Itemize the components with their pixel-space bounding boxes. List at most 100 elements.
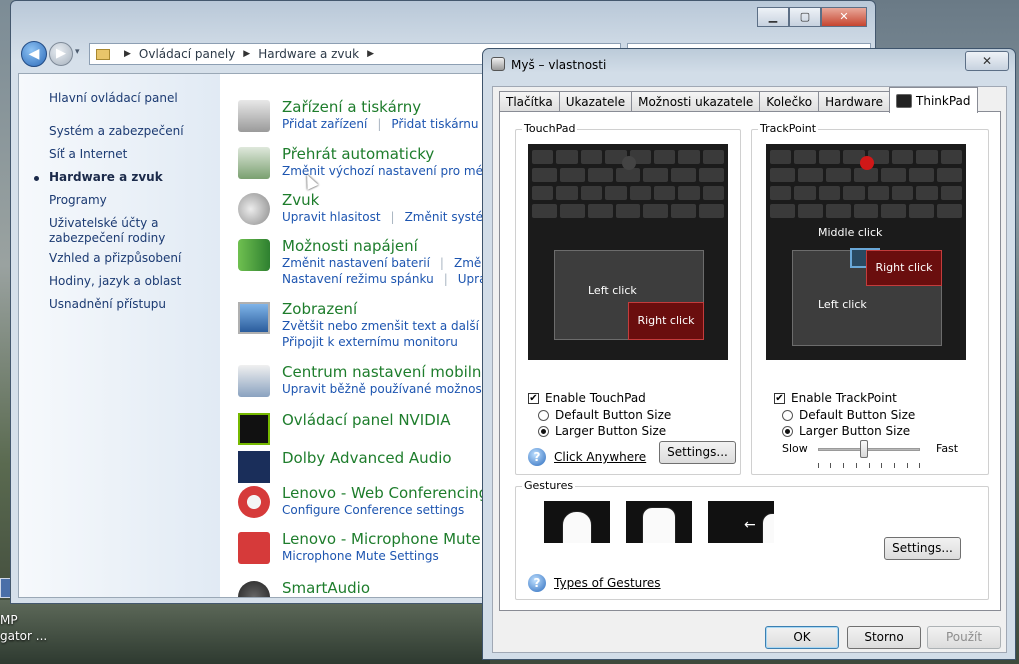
enable-touchpad-checkbox[interactable]: ✔ <box>528 392 539 404</box>
link-sleep-settings[interactable]: Nastavení režimu spánku <box>282 272 434 286</box>
gestures-settings-button[interactable]: Settings... <box>884 537 961 560</box>
help-icon: ? <box>528 448 546 466</box>
forward-arrow-icon[interactable]: ▶ <box>49 42 73 66</box>
microphone-mute-icon[interactable] <box>238 532 270 564</box>
desktop-label-line1: MP <box>0 613 18 627</box>
tab-pointers[interactable]: Ukazatele <box>558 91 633 113</box>
link-conference-settings[interactable]: Configure Conference settings <box>282 503 464 517</box>
sidebar-item-clock-language[interactable]: Hodiny, jazyk a oblast <box>49 274 215 289</box>
desktop-label-line2: gator ... <box>0 629 48 643</box>
breadcrumb-separator-icon[interactable]: ▶ <box>124 49 131 59</box>
close-button[interactable]: ✕ <box>821 7 867 27</box>
tab-hardware[interactable]: Hardware <box>818 91 891 113</box>
touchpad-settings-button[interactable]: Settings... <box>659 441 736 464</box>
category-title[interactable]: Zařízení a tiskárny <box>282 98 421 116</box>
gestures-group-label: Gestures <box>522 479 576 492</box>
link-system-sounds[interactable]: Změnit systémové <box>405 210 487 224</box>
sidebar-item-programs[interactable]: Programy <box>49 193 215 208</box>
minimize-button[interactable]: ▁ <box>757 7 789 27</box>
category-title[interactable]: Možnosti napájení <box>282 237 418 255</box>
back-arrow-icon[interactable]: ◀ <box>21 41 47 67</box>
autoplay-icon[interactable] <box>238 147 270 179</box>
link-add-printer[interactable]: Přidat tiskárnu <box>391 117 478 131</box>
sidebar-item-network[interactable]: Síť a Internet <box>49 147 215 162</box>
monitor-icon[interactable] <box>238 302 270 334</box>
trackpoint-default-size-row[interactable]: Default Button Size <box>782 408 915 422</box>
trackpoint-left-click-label: Left click <box>818 298 867 311</box>
apply-button[interactable]: Použít <box>927 626 1001 649</box>
enable-touchpad-row[interactable]: ✔ Enable TouchPad <box>528 391 646 405</box>
touchpad-default-size-row[interactable]: Default Button Size <box>538 408 671 422</box>
printer-icon[interactable] <box>238 100 270 132</box>
breadcrumb-separator-icon[interactable]: ▶ <box>243 49 250 59</box>
tab-buttons[interactable]: Tlačítka <box>499 91 560 113</box>
three-finger-gesture-icon <box>626 501 692 543</box>
breadcrumb-separator-icon[interactable]: ▶ <box>367 49 374 59</box>
touchpad-larger-size-radio[interactable] <box>538 425 549 437</box>
breadcrumb-item-hardware[interactable]: Hardware a zvuk <box>258 47 359 61</box>
category-links: Zvětšit nebo zmenšit text a další polož <box>282 319 487 333</box>
nvidia-icon[interactable] <box>238 413 270 445</box>
category-title[interactable]: Ovládací panel NVIDIA <box>282 411 450 429</box>
touchpad-group-label: TouchPad <box>522 122 578 135</box>
maximize-button[interactable]: ▢ <box>789 7 821 27</box>
category-title[interactable]: Centrum nastavení mobilních <box>282 363 487 381</box>
link-mute-settings[interactable]: Microphone Mute Settings <box>282 549 439 563</box>
trackpoint-larger-size-row[interactable]: Larger Button Size <box>782 424 910 438</box>
battery-icon[interactable] <box>238 239 270 271</box>
speed-slider-track[interactable] <box>818 448 920 451</box>
ok-button[interactable]: OK <box>765 626 839 649</box>
mouse-properties-dialog: Myš – vlastnosti ✕ Tlačítka Ukazatele Mo… <box>482 48 1016 660</box>
speed-slider-thumb[interactable] <box>859 440 868 458</box>
category-title[interactable]: SmartAudio <box>282 579 370 597</box>
link-add-device[interactable]: Přidat zařízení <box>282 117 367 131</box>
touchpad-default-size-radio[interactable] <box>538 409 549 421</box>
link-external-monitor[interactable]: Připojit k externímu monitoru <box>282 335 458 349</box>
link-adjust-volume[interactable]: Upravit hlasitost <box>282 210 381 224</box>
category-title[interactable]: Přehrát automaticky <box>282 145 434 163</box>
trackpoint-larger-size-radio[interactable] <box>782 425 793 437</box>
enable-trackpoint-checkbox[interactable]: ✔ <box>774 392 785 404</box>
mobility-center-icon[interactable] <box>238 365 270 397</box>
sidebar-item-ease-of-access[interactable]: Usnadnění přístupu <box>49 297 215 312</box>
dolby-icon[interactable] <box>238 451 270 483</box>
types-of-gestures-link[interactable]: Types of Gestures <box>554 576 661 590</box>
headphones-icon[interactable] <box>238 581 270 597</box>
category-title[interactable]: Zvuk <box>282 191 319 209</box>
folder-icon <box>96 48 110 60</box>
sidebar-item-system-security[interactable]: Systém a zabezpečení <box>49 124 215 139</box>
tab-pointer-options[interactable]: Možnosti ukazatele <box>631 91 761 113</box>
category-title[interactable]: Lenovo - Web Conferencing <box>282 484 487 502</box>
history-dropdown-icon[interactable]: ▾ <box>75 47 85 59</box>
sidebar-home-link[interactable]: Hlavní ovládací panel <box>49 91 215 106</box>
sidebar-item-hardware[interactable]: Hardware a zvuk <box>49 170 215 185</box>
click-anywhere-link[interactable]: Click Anywhere <box>554 450 646 464</box>
category-links-2: Nastavení režimu spánku|Upravit ja <box>282 272 487 286</box>
link-battery-settings[interactable]: Změnit nastavení baterií <box>282 256 430 270</box>
enable-trackpoint-row[interactable]: ✔ Enable TrackPoint <box>774 391 897 405</box>
tab-strip: Tlačítka Ukazatele Možnosti ukazatele Ko… <box>499 87 978 113</box>
speaker-icon[interactable] <box>238 193 270 225</box>
trackpoint-stick-icon <box>622 156 636 170</box>
tab-wheel[interactable]: Kolečko <box>759 91 820 113</box>
sidebar-item-appearance[interactable]: Vzhled a přizpůsobení <box>49 251 215 266</box>
category-title[interactable]: Dolby Advanced Audio <box>282 449 452 467</box>
speed-fast-label: Fast <box>936 442 959 455</box>
category-title[interactable]: Lenovo - Microphone Mute <box>282 530 481 548</box>
pinch-gesture-icon <box>544 501 610 543</box>
sidebar-item-user-accounts[interactable]: Uživatelské účty a zabezpečení rodiny <box>49 216 215 246</box>
link-text-size[interactable]: Zvětšit nebo zmenšit text a další polož <box>282 319 487 333</box>
breadcrumb-item-control-panel[interactable]: Ovládací panely <box>139 47 235 61</box>
window-caption-buttons: ▁ ▢ ✕ <box>757 7 867 27</box>
webcam-icon[interactable] <box>238 486 270 518</box>
cancel-button[interactable]: Storno <box>847 626 921 649</box>
link-mobility-settings[interactable]: Upravit běžně používané možnosti nas <box>282 382 487 396</box>
close-icon[interactable]: ✕ <box>965 51 1009 71</box>
help-icon: ? <box>528 574 546 592</box>
touchpad-larger-size-row[interactable]: Larger Button Size <box>538 424 666 438</box>
category-title[interactable]: Zobrazení <box>282 300 357 318</box>
tab-thinkpad[interactable]: ThinkPad <box>889 87 978 113</box>
desktop-shortcut-label[interactable]: MP gator ... <box>0 612 47 644</box>
trackpoint-default-size-radio[interactable] <box>782 409 793 421</box>
sidebar: Hlavní ovládací panel Systém a zabezpeče… <box>19 74 220 597</box>
